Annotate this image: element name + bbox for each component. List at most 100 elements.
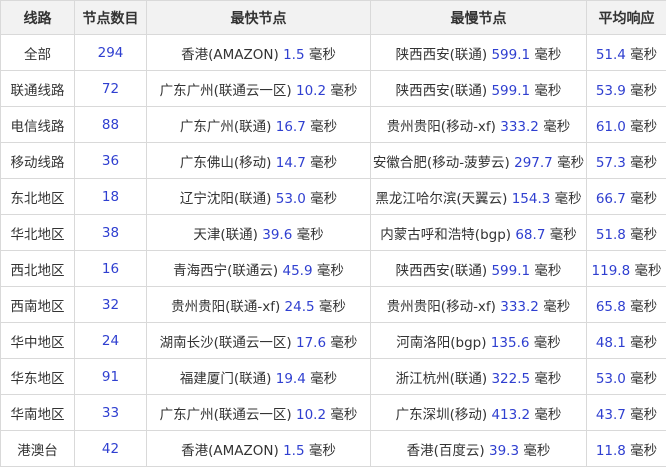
table-header-row: 线路 节点数目 最快节点 最慢节点 平均响应 — [0, 0, 666, 35]
fastest-node-ms: 10.2 — [295, 82, 327, 99]
line-label: 华东地区 — [10, 370, 65, 387]
slowest-node-name: 陕西西安(联通) — [395, 46, 488, 63]
node-count-cell: 18 — [74, 178, 147, 215]
fastest-node-cell: 广东广州(联通云一区) 10.2 毫秒 — [146, 70, 371, 107]
unit-label: 毫秒 — [630, 406, 658, 423]
fastest-node-cell: 香港(AMAZON) 1.5 毫秒 — [146, 430, 371, 467]
fastest-node-ms: 24.5 — [284, 298, 315, 315]
unit-label: 毫秒 — [630, 226, 658, 243]
node-count: 72 — [101, 80, 120, 97]
slowest-node-cell: 内蒙古呼和浩特(bgp) 68.7 毫秒 — [370, 214, 587, 251]
unit-label: 毫秒 — [534, 82, 562, 99]
average-response-cell: 11.8 毫秒 — [586, 430, 666, 467]
slowest-node-name: 贵州贵阳(移动-xf) — [386, 118, 496, 135]
average-response-ms: 43.7 — [595, 406, 626, 423]
unit-label: 毫秒 — [318, 298, 346, 315]
table-row: 华南地区 33 广东广州(联通云一区) 10.2 毫秒 广东深圳(移动) 413.2 … — [0, 394, 666, 431]
node-count: 42 — [101, 440, 120, 457]
unit-label: 毫秒 — [630, 334, 658, 351]
slowest-node-cell: 贵州贵阳(移动-xf) 333.2 毫秒 — [370, 106, 587, 143]
fastest-node-name: 广东广州(联通云一区) — [159, 82, 292, 99]
fastest-node-cell: 辽宁沈阳(联通) 53.0 毫秒 — [146, 178, 371, 215]
header-fastest-node: 最快节点 — [146, 0, 371, 35]
line-label: 华中地区 — [10, 334, 65, 351]
slowest-node-name: 黑龙江哈尔滨(天翼云) — [375, 190, 508, 207]
node-count-cell: 88 — [74, 106, 147, 143]
fastest-node-name: 贵州贵阳(联通-xf) — [171, 298, 281, 315]
average-response-cell: 51.8 毫秒 — [586, 214, 666, 251]
slowest-node-name: 陕西西安(联通) — [395, 262, 488, 279]
average-response-cell: 57.3 毫秒 — [586, 142, 666, 179]
slowest-node-name: 内蒙古呼和浩特(bgp) — [380, 226, 512, 243]
fastest-node-cell: 湖南长沙(联通云一区) 17.6 毫秒 — [146, 322, 371, 359]
unit-label: 毫秒 — [534, 262, 562, 279]
unit-label: 毫秒 — [534, 46, 562, 63]
line-cell: 西北地区 — [0, 250, 75, 287]
line-cell: 华南地区 — [0, 394, 75, 431]
line-cell: 华北地区 — [0, 214, 75, 251]
node-count-cell: 24 — [74, 322, 147, 359]
table-row: 东北地区 18 辽宁沈阳(联通) 53.0 毫秒 黑龙江哈尔滨(天翼云) 154.3 … — [0, 178, 666, 215]
unit-label: 毫秒 — [630, 82, 658, 99]
unit-label: 毫秒 — [523, 442, 551, 459]
table-row: 移动线路 36 广东佛山(移动) 14.7 毫秒 安徽合肥(移动-菠萝云) 297.7… — [0, 142, 666, 179]
unit-label: 毫秒 — [316, 262, 344, 279]
unit-label: 毫秒 — [308, 442, 336, 459]
slowest-node-ms: 599.1 — [491, 262, 531, 279]
table-row: 西南地区 32 贵州贵阳(联通-xf) 24.5 毫秒 贵州贵阳(移动-xf) 333… — [0, 286, 666, 323]
slowest-node-cell: 广东深圳(移动) 413.2 毫秒 — [370, 394, 587, 431]
fastest-node-cell: 天津(联通) 39.6 毫秒 — [146, 214, 371, 251]
fastest-node-cell: 广东广州(联通云一区) 10.2 毫秒 — [146, 394, 371, 431]
node-count-cell: 38 — [74, 214, 147, 251]
fastest-node-ms: 16.7 — [275, 118, 306, 135]
line-cell: 电信线路 — [0, 106, 75, 143]
header-slowest-node: 最慢节点 — [370, 0, 587, 35]
ping-results-table: 线路 节点数目 最快节点 最慢节点 平均响应 全部 294 香港(AMAZON) 1… — [0, 0, 666, 467]
average-response-cell: 119.8 毫秒 — [586, 250, 666, 287]
fastest-node-ms: 53.0 — [275, 190, 306, 207]
slowest-node-cell: 安徽合肥(移动-菠萝云) 297.7 毫秒 — [370, 142, 587, 179]
header-average-response: 平均响应 — [586, 0, 666, 35]
slowest-node-cell: 黑龙江哈尔滨(天翼云) 154.3 毫秒 — [370, 178, 587, 215]
line-cell: 港澳台 — [0, 430, 75, 467]
unit-label: 毫秒 — [534, 406, 562, 423]
average-response-ms: 53.0 — [595, 370, 626, 387]
unit-label: 毫秒 — [554, 190, 582, 207]
fastest-node-name: 香港(AMAZON) — [181, 442, 279, 459]
unit-label: 毫秒 — [534, 370, 562, 387]
unit-label: 毫秒 — [630, 442, 658, 459]
slowest-node-name: 浙江杭州(联通) — [395, 370, 488, 387]
average-response-ms: 61.0 — [595, 118, 626, 135]
slowest-node-name: 陕西西安(联通) — [395, 82, 488, 99]
table-body: 全部 294 香港(AMAZON) 1.5 毫秒 陕西西安(联通) 599.1 毫秒 5… — [0, 34, 666, 467]
slowest-node-ms: 333.2 — [500, 298, 539, 315]
fastest-node-name: 湖南长沙(联通云一区) — [159, 334, 292, 351]
slowest-node-ms: 135.6 — [490, 334, 530, 351]
average-response-ms: 48.1 — [595, 334, 626, 351]
node-count-cell: 32 — [74, 286, 147, 323]
unit-label: 毫秒 — [557, 154, 585, 171]
node-count: 33 — [101, 404, 120, 421]
average-response-cell: 51.4 毫秒 — [586, 34, 666, 71]
unit-label: 毫秒 — [543, 118, 571, 135]
line-label: 电信线路 — [10, 118, 65, 135]
fastest-node-ms: 17.6 — [295, 334, 327, 351]
slowest-node-cell: 河南洛阳(bgp) 135.6 毫秒 — [370, 322, 587, 359]
slowest-node-name: 安徽合肥(移动-菠萝云) — [372, 154, 510, 171]
slowest-node-cell: 香港(百度云) 39.3 毫秒 — [370, 430, 587, 467]
fastest-node-cell: 青海西宁(联通云) 45.9 毫秒 — [146, 250, 371, 287]
line-cell: 西南地区 — [0, 286, 75, 323]
average-response-ms: 57.3 — [595, 154, 626, 171]
average-response-cell: 65.8 毫秒 — [586, 286, 666, 323]
unit-label: 毫秒 — [330, 406, 358, 423]
node-count-cell: 72 — [74, 70, 147, 107]
slowest-node-name: 贵州贵阳(移动-xf) — [386, 298, 496, 315]
node-count-cell: 16 — [74, 250, 147, 287]
line-cell: 移动线路 — [0, 142, 75, 179]
slowest-node-cell: 陕西西安(联通) 599.1 毫秒 — [370, 70, 587, 107]
slowest-node-cell: 浙江杭州(联通) 322.5 毫秒 — [370, 358, 587, 395]
unit-label: 毫秒 — [630, 298, 658, 315]
line-cell: 华东地区 — [0, 358, 75, 395]
fastest-node-name: 福建厦门(联通) — [179, 370, 272, 387]
unit-label: 毫秒 — [634, 262, 662, 279]
